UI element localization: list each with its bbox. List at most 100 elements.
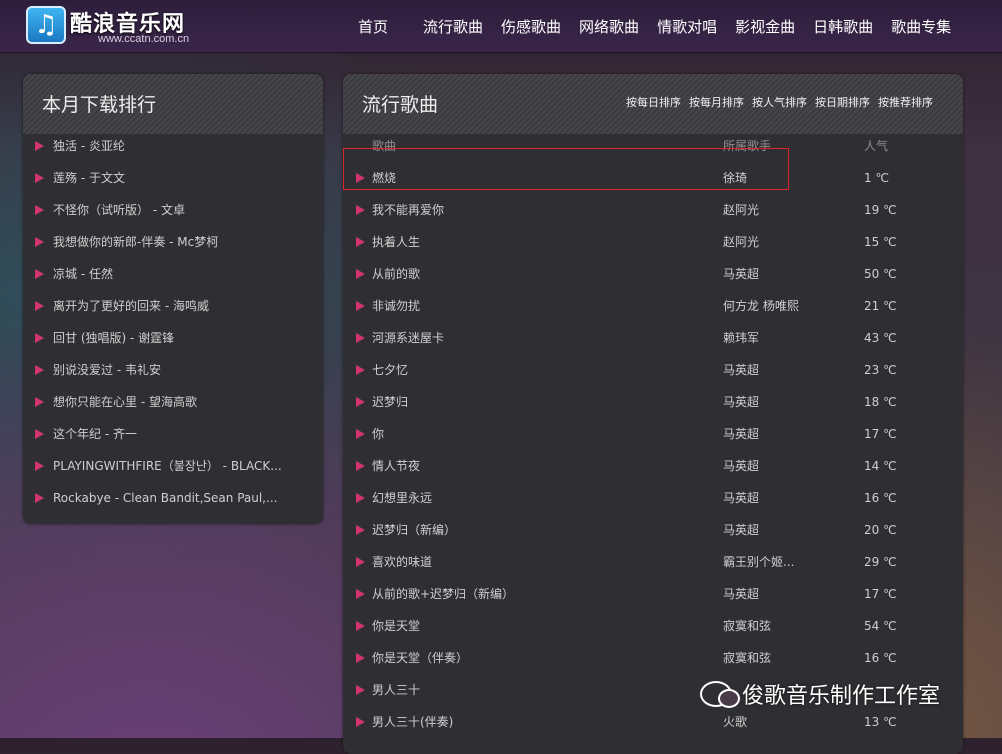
song-title[interactable]: 从前的歌+迟梦归（新编） [372,578,514,610]
play-triangle-icon [356,557,365,567]
song-row[interactable]: 你是天堂（伴奏） 寂寞和弦 16 ℃ [343,642,963,674]
song-artist[interactable]: 马英超 [723,514,813,546]
song-title[interactable]: 非诚勿扰 [372,290,420,322]
ranking-item[interactable]: 莲殇 - 于文文 [23,162,323,194]
ranking-item[interactable]: 想你只能在心里 - 望海高歌 [23,386,323,418]
monthly-download-ranking-panel: 本月下载排行 独活 - 炎亚纶 莲殇 - 于文文 不怪你（试听版） - 文卓 我… [23,74,323,524]
song-artist[interactable]: 马英超 [723,418,813,450]
song-title[interactable]: 我不能再爱你 [372,194,444,226]
song-popularity: 43 ℃ [864,331,897,345]
song-row[interactable]: 我不能再爱你 赵阿光 19 ℃ [343,194,963,226]
ranking-item[interactable]: 回甘 (独唱版) - 谢霆锋 [23,322,323,354]
song-title[interactable]: 你是天堂（伴奏） [372,642,468,674]
panel-header: 本月下载排行 [23,74,323,134]
panel-header: 流行歌曲 按每日排序 按每月排序 按人气排序 按日期排序 按推荐排序 [343,74,963,134]
song-row[interactable]: 从前的歌 马英超 50 ℃ [343,258,963,290]
nav-film-tv[interactable]: 影视金曲 [726,0,804,52]
song-row[interactable]: 情人节夜 马英超 14 ℃ [343,450,963,482]
ranking-item-label: 别说没爱过 - 韦礼安 [53,363,161,377]
play-triangle-icon [35,461,44,471]
song-row[interactable]: 从前的歌+迟梦归（新编） 马英超 17 ℃ [343,578,963,610]
play-triangle-icon [356,333,365,343]
song-row[interactable]: 幻想里永远 马英超 16 ℃ [343,482,963,514]
sort-popularity-link[interactable]: 按人气排序 [752,94,807,110]
ranking-item[interactable]: 凉城 - 任然 [23,258,323,290]
song-artist[interactable]: 赖玮军 [723,322,813,354]
sort-monthly-link[interactable]: 按每月排序 [689,94,744,110]
song-row[interactable]: 燃烧 徐琦 1 ℃ [343,162,963,194]
song-artist[interactable]: 霸王别个姬... [723,546,813,578]
nav-internet[interactable]: 网络歌曲 [570,0,648,52]
panel-title: 流行歌曲 [362,94,439,116]
song-title[interactable]: 七夕忆 [372,354,408,386]
song-artist[interactable]: 寂寞和弦 [723,642,813,674]
song-row[interactable]: 迟梦归（新编） 马英超 20 ℃ [343,514,963,546]
song-popularity: 50 ℃ [864,267,897,281]
song-title[interactable]: 从前的歌 [372,258,420,290]
watermark-text: 俊歌音乐制作工作室 [742,684,941,709]
nav-sad[interactable]: 伤感歌曲 [492,0,570,52]
play-triangle-icon [356,173,365,183]
song-title[interactable]: 情人节夜 [372,450,420,482]
song-row[interactable]: 河源系迷屋卡 赖玮军 43 ℃ [343,322,963,354]
ranking-item[interactable]: 离开为了更好的回来 - 海鸣威 [23,290,323,322]
sort-recommend-link[interactable]: 按推荐排序 [878,94,933,110]
song-artist[interactable]: 徐琦 [723,162,813,194]
song-title[interactable]: 你是天堂 [372,610,420,642]
play-triangle-icon [35,429,44,439]
music-note-icon[interactable]: ♫ [26,6,66,44]
song-title[interactable]: 河源系迷屋卡 [372,322,444,354]
ranking-item-label: 独活 - 炎亚纶 [53,139,125,153]
song-title[interactable]: 喜欢的味道 [372,546,432,578]
ranking-item[interactable]: 不怪你（试听版） - 文卓 [23,194,323,226]
song-popularity: 54 ℃ [864,619,897,633]
nav-popular[interactable]: 流行歌曲 [414,0,492,52]
ranking-item[interactable]: 我想做你的新郎-伴奏 - Mc梦柯 [23,226,323,258]
song-row[interactable]: 你 马英超 17 ℃ [343,418,963,450]
song-title[interactable]: 男人三十(伴奏) [372,706,453,738]
song-artist[interactable]: 寂寞和弦 [723,610,813,642]
song-artist[interactable]: 何方龙 杨唯熙 [723,290,813,322]
sort-daily-link[interactable]: 按每日排序 [626,94,681,110]
ranking-item[interactable]: 独活 - 炎亚纶 [23,130,323,162]
song-title[interactable]: 男人三十 [372,674,420,706]
ranking-item-label: 想你只能在心里 - 望海高歌 [53,395,197,409]
song-artist[interactable]: 赵阿光 [723,226,813,258]
song-title[interactable]: 燃烧 [372,162,396,194]
song-popularity: 29 ℃ [864,555,897,569]
song-artist[interactable]: 马英超 [723,354,813,386]
sort-date-link[interactable]: 按日期排序 [815,94,870,110]
song-title[interactable]: 迟梦归 [372,386,408,418]
ranking-item[interactable]: 这个年纪 - 齐一 [23,418,323,450]
ranking-item[interactable]: 别说没爱过 - 韦礼安 [23,354,323,386]
song-artist[interactable]: 马英超 [723,578,813,610]
song-title[interactable]: 幻想里永远 [372,482,432,514]
song-artist[interactable]: 马英超 [723,386,813,418]
ranking-item-label: 不怪你（试听版） - 文卓 [53,203,185,217]
play-triangle-icon [356,621,365,631]
play-triangle-icon [356,429,365,439]
nav-home[interactable]: 首页 [340,0,414,52]
song-row[interactable]: 执着人生 赵阿光 15 ℃ [343,226,963,258]
song-popularity: 20 ℃ [864,523,897,537]
song-row[interactable]: 喜欢的味道 霸王别个姬... 29 ℃ [343,546,963,578]
song-artist[interactable]: 马英超 [723,258,813,290]
song-row[interactable]: 非诚勿扰 何方龙 杨唯熙 21 ℃ [343,290,963,322]
ranking-item-label: 凉城 - 任然 [53,267,113,281]
song-artist[interactable]: 赵阿光 [723,194,813,226]
nav-albums[interactable]: 歌曲专集 [882,0,960,52]
play-triangle-icon [35,365,44,375]
song-title[interactable]: 执着人生 [372,226,420,258]
song-row[interactable]: 迟梦归 马英超 18 ℃ [343,386,963,418]
song-artist[interactable]: 马英超 [723,482,813,514]
play-triangle-icon [356,589,365,599]
ranking-item[interactable]: Rockabye - Clean Bandit,Sean Paul,... [23,482,323,514]
song-row[interactable]: 七夕忆 马英超 23 ℃ [343,354,963,386]
nav-japan-korea[interactable]: 日韩歌曲 [804,0,882,52]
song-title[interactable]: 迟梦归（新编） [372,514,456,546]
song-row[interactable]: 你是天堂 寂寞和弦 54 ℃ [343,610,963,642]
nav-duet[interactable]: 情歌对唱 [648,0,726,52]
song-artist[interactable]: 马英超 [723,450,813,482]
ranking-item[interactable]: PLAYINGWITHFIRE（불장난） - BLACK... [23,450,323,482]
song-title[interactable]: 你 [372,418,384,450]
